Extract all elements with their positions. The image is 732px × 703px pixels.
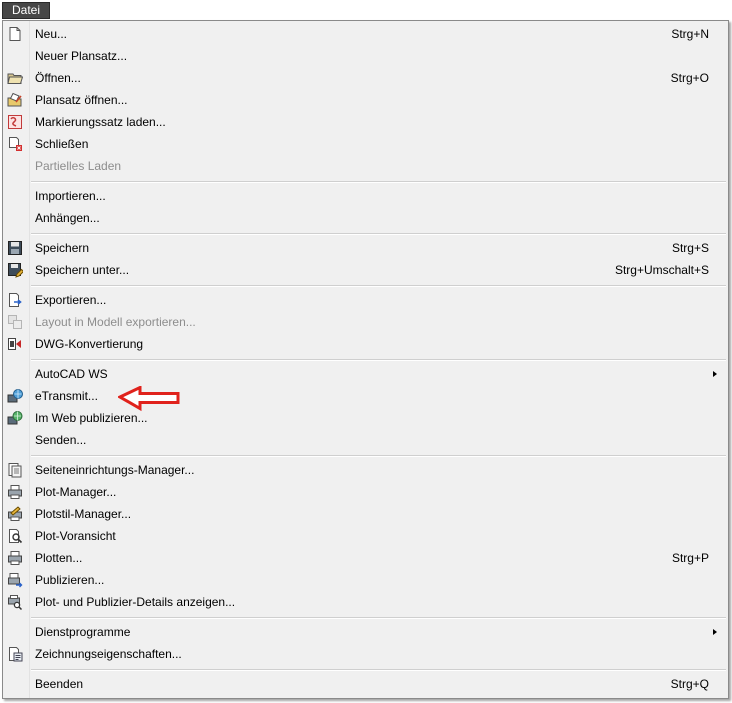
menu-item-neu[interactable]: Neu... Strg+N bbox=[3, 23, 728, 45]
menu-item-oeffnen[interactable]: Öffnen... Strg+O bbox=[3, 67, 728, 89]
shortcut-text: Strg+Q bbox=[670, 677, 709, 691]
menu-separator bbox=[31, 455, 726, 457]
menu-item-plot-voransicht[interactable]: Plot-Voransicht bbox=[3, 525, 728, 547]
menu-item-label: Öffnen... bbox=[35, 71, 81, 85]
menu-item-label: Exportieren... bbox=[35, 293, 107, 307]
submenu-arrow-icon bbox=[713, 629, 717, 635]
etransmit-icon bbox=[7, 388, 23, 404]
menu-item-plotten[interactable]: Plotten... Strg+P bbox=[3, 547, 728, 569]
menu-item-beenden[interactable]: Beenden Strg+Q bbox=[3, 673, 728, 695]
submenu-arrow-icon bbox=[713, 371, 717, 377]
menu-separator bbox=[31, 617, 726, 619]
menu-item-label: Beenden bbox=[35, 677, 84, 691]
menu-item-dwg-konvertierung[interactable]: DWG-Konvertierung bbox=[3, 333, 728, 355]
shortcut-text: Strg+P bbox=[671, 551, 709, 565]
menu-item-label: Partielles Laden bbox=[35, 159, 122, 173]
menu-item-exportieren[interactable]: Exportieren... bbox=[3, 289, 728, 311]
menu-item-autocad-ws[interactable]: AutoCAD WS bbox=[3, 363, 728, 385]
menu-item-label: Markierungssatz laden... bbox=[35, 115, 166, 129]
annotation-arrow-icon bbox=[118, 386, 180, 412]
menu-item-label: Zeichnungseigenschaften... bbox=[35, 647, 182, 661]
menu-item-publizieren[interactable]: Publizieren... bbox=[3, 569, 728, 591]
menu-item-label: AutoCAD WS bbox=[35, 367, 108, 381]
open-sheet-set-icon bbox=[7, 92, 23, 108]
markup-set-icon bbox=[7, 114, 23, 130]
menu-item-seiteneinrichtungs-manager[interactable]: Seiteneinrichtungs-Manager... bbox=[3, 459, 728, 481]
menu-item-schliessen[interactable]: Schließen bbox=[3, 133, 728, 155]
layout-to-model-icon bbox=[7, 314, 23, 330]
menu-item-plotstil-manager[interactable]: Plotstil-Manager... bbox=[3, 503, 728, 525]
menu-item-label: Importieren... bbox=[35, 189, 106, 203]
menu-item-im-web-publizieren[interactable]: Im Web publizieren... bbox=[3, 407, 728, 429]
menu-item-zeichnungseigenschaften[interactable]: Zeichnungseigenschaften... bbox=[3, 643, 728, 665]
menu-item-anhaengen[interactable]: Anhängen... bbox=[3, 207, 728, 229]
plot-style-icon bbox=[7, 506, 23, 522]
menu-separator bbox=[31, 359, 726, 361]
menu-item-plot-manager[interactable]: Plot-Manager... bbox=[3, 481, 728, 503]
close-document-icon bbox=[7, 136, 23, 152]
menu-item-layout-in-modell-exportieren: Layout in Modell exportieren... bbox=[3, 311, 728, 333]
plot-details-icon bbox=[7, 594, 23, 611]
shortcut-text: Strg+Umschalt+S bbox=[614, 263, 709, 277]
menu-item-label: Neuer Plansatz... bbox=[35, 49, 128, 63]
menu-item-partielles-laden: Partielles Laden bbox=[3, 155, 728, 177]
page-setup-icon bbox=[7, 462, 23, 478]
save-as-icon bbox=[7, 262, 25, 278]
menu-item-senden[interactable]: Senden... bbox=[3, 429, 728, 451]
menu-item-label: Speichern unter... bbox=[35, 263, 130, 277]
menu-item-label: Dienstprogramme bbox=[35, 625, 131, 639]
menu-item-label: Plansatz öffnen... bbox=[35, 93, 128, 107]
drawing-properties-icon bbox=[7, 646, 23, 662]
publish-icon bbox=[7, 572, 23, 588]
menu-item-label: DWG-Konvertierung bbox=[35, 337, 144, 351]
menu-item-label: Plot-Voransicht bbox=[35, 529, 116, 543]
menu-item-label: Anhängen... bbox=[35, 211, 100, 225]
menu-separator bbox=[31, 285, 726, 287]
datei-menu-button[interactable]: Datei bbox=[2, 2, 50, 19]
menu-item-dienstprogramme[interactable]: Dienstprogramme bbox=[3, 621, 728, 643]
menu-item-plot-details[interactable]: Plot- und Publizier-Details anzeigen... bbox=[3, 591, 728, 613]
dwg-convert-icon bbox=[7, 336, 23, 352]
save-icon bbox=[7, 240, 23, 256]
plotter-manager-icon bbox=[7, 484, 23, 500]
menu-item-etransmit[interactable]: eTransmit... bbox=[3, 385, 728, 407]
menu-item-label: Plotten... bbox=[35, 551, 83, 565]
menu-item-plansatz-oeffnen[interactable]: Plansatz öffnen... bbox=[3, 89, 728, 111]
menu-separator bbox=[31, 181, 726, 183]
menu-item-markierungssatz-laden[interactable]: Markierungssatz laden... bbox=[3, 111, 728, 133]
menu-item-label: Speichern bbox=[35, 241, 90, 255]
plot-icon bbox=[7, 550, 23, 566]
menu-separator bbox=[31, 669, 726, 671]
menu-item-label: Publizieren... bbox=[35, 573, 105, 587]
menu-item-label: Layout in Modell exportieren... bbox=[35, 315, 196, 329]
open-folder-icon bbox=[7, 70, 24, 86]
menu-item-speichern[interactable]: Speichern Strg+S bbox=[3, 237, 728, 259]
menu-item-label: Neu... bbox=[35, 27, 68, 41]
menu-item-label: eTransmit... bbox=[35, 389, 98, 403]
menu-item-speichern-unter[interactable]: Speichern unter... Strg+Umschalt+S bbox=[3, 259, 728, 281]
menu-item-neuer-plansatz[interactable]: Neuer Plansatz... bbox=[3, 45, 728, 67]
export-icon bbox=[7, 292, 23, 308]
plot-preview-icon bbox=[7, 528, 23, 544]
new-file-icon bbox=[7, 26, 23, 42]
menu-item-label: Plot-Manager... bbox=[35, 485, 117, 499]
shortcut-text: Strg+N bbox=[671, 27, 709, 41]
menu-item-label: Plot- und Publizier-Details anzeigen... bbox=[35, 595, 236, 609]
menu-item-label: Senden... bbox=[35, 433, 87, 447]
menu-item-label: Plotstil-Manager... bbox=[35, 507, 132, 521]
shortcut-text: Strg+S bbox=[671, 241, 709, 255]
menu-item-importieren[interactable]: Importieren... bbox=[3, 185, 728, 207]
publish-web-icon bbox=[7, 410, 23, 426]
menu-separator bbox=[31, 233, 726, 235]
file-menu: Neu... Strg+N Neuer Plansatz... Öffnen..… bbox=[2, 20, 729, 699]
menu-item-label: Schließen bbox=[35, 137, 89, 151]
shortcut-text: Strg+O bbox=[670, 71, 709, 85]
menu-item-label: Seiteneinrichtungs-Manager... bbox=[35, 463, 195, 477]
